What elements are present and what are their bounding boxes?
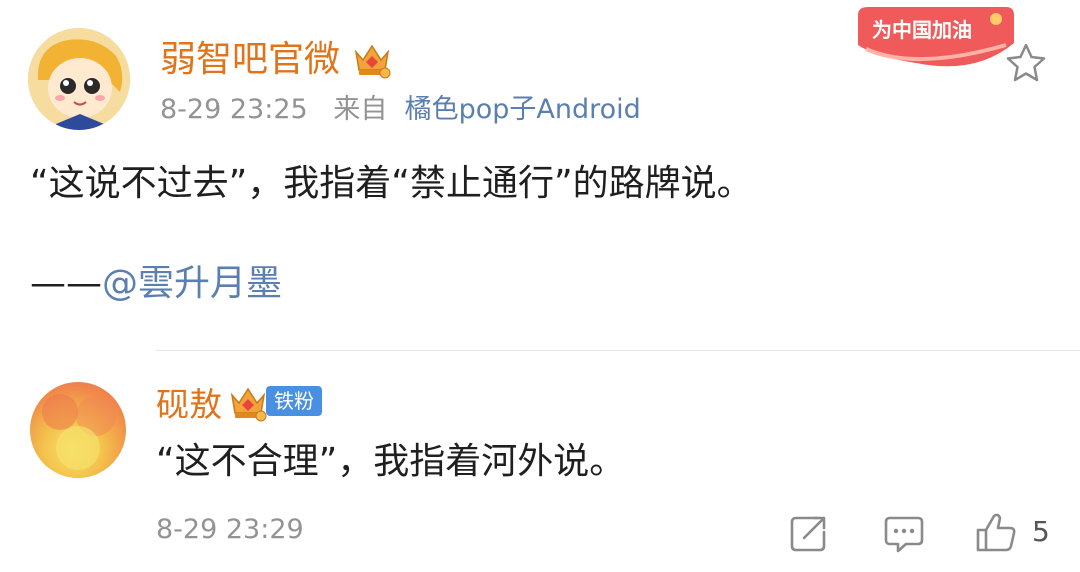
post-body: “这说不过去”，我指着“禁止通行”的路牌说。 (30, 163, 753, 204)
star-outline-icon[interactable] (1004, 42, 1048, 84)
fan-badge[interactable]: 铁粉 (266, 386, 322, 416)
post-meta: 8-29 23:25 来自 橘色pop子Android (160, 92, 641, 128)
commenter-name[interactable]: 砚敖 (156, 382, 222, 428)
promo-banner[interactable]: 为中国加油 (856, 5, 1016, 75)
thumbs-up-icon[interactable] (974, 510, 1018, 554)
author-avatar[interactable] (28, 28, 130, 130)
author-name[interactable]: 弱智吧官微 (160, 34, 340, 86)
mention-link[interactable]: @雲升月墨 (102, 263, 282, 304)
source-prefix: 来自 (333, 94, 388, 125)
post-time: 8-29 23:25 (160, 94, 308, 125)
crown-vip-icon (228, 383, 268, 423)
post-signature: ——@雲升月墨 (30, 258, 282, 310)
post-source-link[interactable]: 橘色pop子Android (405, 94, 641, 125)
signature-dash: —— (30, 263, 102, 304)
comment-icon[interactable] (884, 510, 924, 554)
promo-text: 为中国加油 (872, 18, 972, 42)
comment-body: “这不合理”，我指着河外说。 (156, 441, 626, 482)
divider (156, 350, 1080, 351)
share-icon[interactable] (788, 510, 828, 554)
crown-vip-icon (352, 40, 392, 80)
comment-time: 8-29 23:29 (156, 514, 304, 545)
like-count: 5 (1032, 515, 1050, 548)
commenter-avatar[interactable] (30, 382, 126, 478)
